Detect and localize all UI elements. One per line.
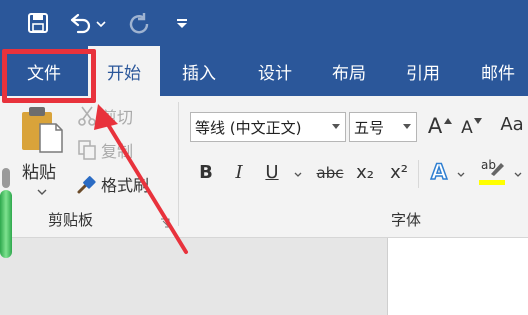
document-page[interactable] [387,238,528,315]
cut-label: 剪切 [101,108,134,127]
save-button[interactable] [24,8,52,38]
font-group-label: 字体 [391,211,422,229]
ribbon-home: 粘贴 剪切 复制 格式刷 剪贴板 等线 (中文正文) 五号 A A Aa B I… [0,96,528,238]
change-case-button[interactable]: Aa [497,114,527,135]
tab-mailings[interactable]: 邮件 [460,46,528,96]
scroll-handle[interactable] [2,168,10,188]
copy-label: 复制 [101,142,134,161]
paste-button[interactable]: 粘贴 [18,104,68,200]
text-effects-label: A [430,159,448,185]
shrink-font-label: A [461,118,473,138]
subscript-button[interactable]: x₂ [354,162,376,183]
caret-up-icon [444,118,452,124]
word-window: 文件 开始 插入 设计 布局 引用 邮件 粘贴 剪切 复制 格式刷 剪贴板 等线… [0,0,528,315]
annotation-highlight-box [2,49,96,103]
green-scroll-indicator[interactable] [0,190,12,258]
underline-label: U [265,162,279,183]
customize-qat-button[interactable] [170,8,194,38]
divider [418,160,419,188]
bold-button[interactable]: B [196,162,216,183]
underline-button[interactable]: U [262,162,282,183]
copy-button[interactable]: 复制 [76,138,133,162]
dialog-launcher-icon[interactable] [160,218,170,228]
clipboard-group-label: 剪贴板 [48,211,94,229]
customize-qat-icon [177,19,187,28]
italic-label: I [235,162,243,183]
redo-icon [129,13,149,34]
highlight-color-button[interactable]: ab [479,158,509,186]
chevron-down-icon[interactable] [457,172,465,178]
tab-design[interactable]: 设计 [238,46,312,96]
group-separator [178,102,179,226]
tab-home[interactable]: 开始 [88,46,160,96]
undo-button[interactable] [64,8,108,38]
paintbrush-icon [77,176,96,194]
caret-down-icon [474,118,482,124]
chevron-down-icon[interactable] [514,172,522,178]
tab-insert[interactable]: 插入 [160,46,238,96]
copy-icon [78,140,96,160]
change-case-label: Aa [500,114,524,135]
highlight-swatch [479,180,505,185]
format-painter-label: 格式刷 [101,176,150,195]
italic-button[interactable]: I [229,162,249,183]
grow-font-button[interactable]: A [424,114,446,138]
chevron-down-icon [403,124,411,129]
superscript-button[interactable]: x² [388,162,410,183]
tab-references[interactable]: 引用 [386,46,460,96]
title-bar [0,0,528,46]
font-name-select[interactable]: 等线 (中文正文) [190,112,346,142]
tab-layout[interactable]: 布局 [312,46,386,96]
chevron-down-icon [332,124,340,129]
cut-button[interactable]: 剪切 [76,104,133,128]
grow-font-label: A [427,114,443,138]
paste-label: 粘贴 [22,163,56,183]
save-icon [28,13,48,33]
superscript-label: x² [390,162,408,183]
font-size-select[interactable]: 五号 [349,112,417,142]
paste-icon [22,107,63,153]
subscript-label: x₂ [356,162,374,183]
strikethrough-button[interactable]: abc [316,164,344,182]
scissors-icon [78,106,96,126]
highlighter-icon [491,163,504,176]
format-painter-button[interactable]: 格式刷 [76,172,149,196]
font-name-value: 等线 (中文正文) [195,118,302,137]
undo-icon [70,13,106,34]
text-effects-button[interactable]: A [428,159,450,185]
font-size-value: 五号 [354,118,385,137]
document-area [0,238,528,315]
redo-button[interactable] [124,8,154,38]
chevron-down-icon[interactable] [294,172,302,178]
strikethrough-label: abc [316,164,344,182]
bold-label: B [199,162,213,183]
chevron-down-icon [37,189,47,195]
